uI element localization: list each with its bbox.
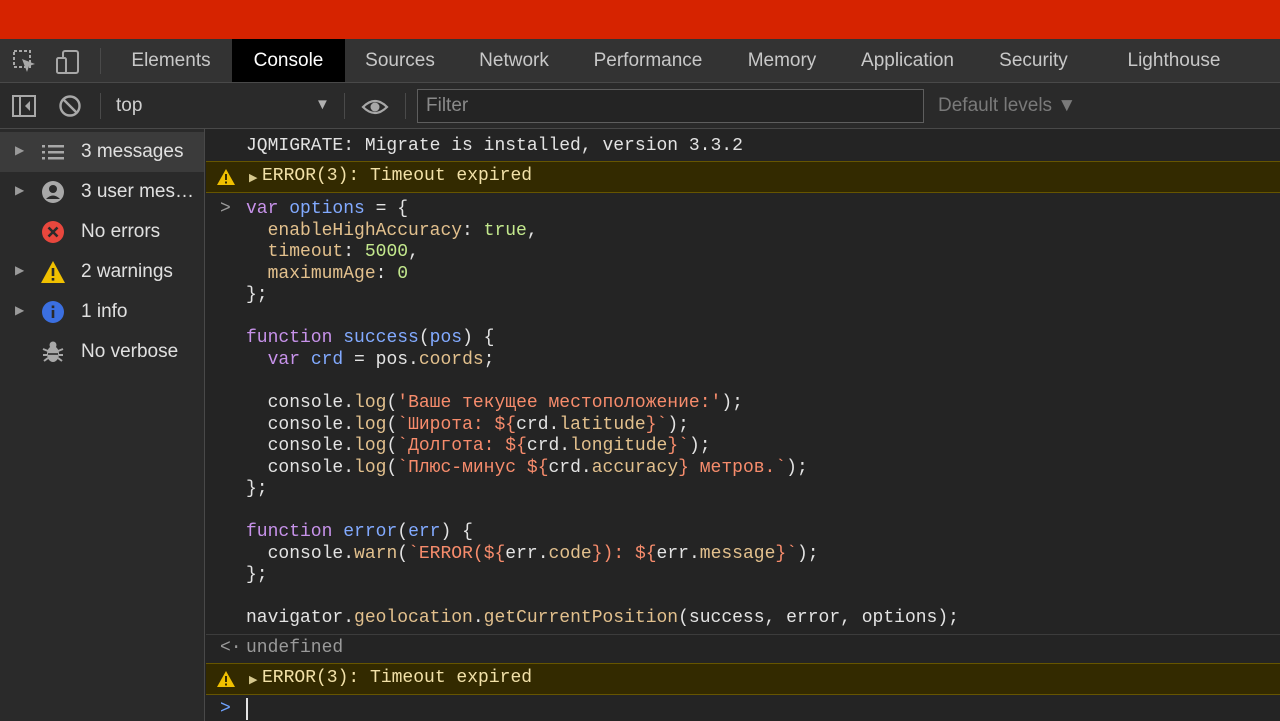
bug-icon xyxy=(42,341,64,362)
user-icon xyxy=(42,181,64,203)
log-message: JQMIGRATE: Migrate is installed, version… xyxy=(246,136,743,156)
error-icon xyxy=(42,221,64,243)
filter-input[interactable] xyxy=(417,89,924,123)
tab-memory[interactable]: Memory xyxy=(733,39,831,82)
console-sidebar: ▶ 3 messages ▶ 3 user messages No errors… xyxy=(0,129,205,721)
expand-arrow-icon[interactable]: ▶ xyxy=(15,303,24,317)
toolbar-divider xyxy=(100,48,101,74)
console-input-caret[interactable] xyxy=(246,698,248,720)
code-line: enableHighAccuracy: true, xyxy=(267,221,538,241)
warning-text: ERROR(3): Timeout expired xyxy=(262,668,533,688)
tab-security[interactable]: Security xyxy=(985,39,1082,82)
clear-console-icon[interactable] xyxy=(57,93,83,119)
code-line: maximumAge: 0 xyxy=(267,264,409,284)
warning-message-row[interactable]: ▶ ERROR(3): Timeout expired xyxy=(206,161,1280,193)
sidebar-item-user-messages[interactable]: ▶ 3 user messages xyxy=(0,172,204,212)
code-line: function success(pos) { xyxy=(246,328,495,348)
sidebar-item-messages[interactable]: ▶ 3 messages xyxy=(0,132,204,172)
toolbar-divider xyxy=(405,93,406,119)
code-line: navigator.geolocation.getCurrentPosition… xyxy=(246,608,959,628)
sidebar-item-label: 2 warnings xyxy=(81,261,173,282)
sidebar-item-label: No errors xyxy=(81,221,161,242)
expand-arrow-icon[interactable]: ▶ xyxy=(15,263,24,277)
sidebar-item-label: 3 messages xyxy=(81,141,184,162)
code-line: var options = { xyxy=(246,199,409,219)
expand-arrow-icon[interactable]: ▶ xyxy=(249,673,257,686)
message-separator xyxy=(206,634,1280,635)
eye-icon[interactable] xyxy=(361,94,389,120)
warning-message-row[interactable]: ▶ ERROR(3): Timeout expired xyxy=(206,663,1280,695)
tab-performance[interactable]: Performance xyxy=(580,39,716,82)
device-toolbar-icon[interactable] xyxy=(55,49,81,75)
tab-network[interactable]: Network xyxy=(463,39,565,82)
expand-arrow-icon[interactable]: ▶ xyxy=(15,183,24,197)
warning-text: ERROR(3): Timeout expired xyxy=(262,166,533,186)
warning-icon xyxy=(217,671,235,687)
sidebar-item-errors[interactable]: No errors xyxy=(0,212,204,252)
result-value: undefined xyxy=(246,638,344,658)
sidebar-item-verbose[interactable]: No verbose xyxy=(0,332,204,372)
code-line: }; xyxy=(246,479,268,499)
tab-lighthouse[interactable]: Lighthouse xyxy=(1112,39,1236,82)
code-line: console.warn(`ERROR(${err.code}): ${err.… xyxy=(267,544,819,564)
toolbar-divider xyxy=(100,93,101,119)
code-line: timeout: 5000, xyxy=(267,242,419,262)
code-line: }; xyxy=(246,285,268,305)
code-line: }; xyxy=(246,565,268,585)
devtools-tabs-bar: Elements Console Sources Network Perform… xyxy=(0,39,1280,83)
sidebar-item-label: 1 info xyxy=(81,301,128,322)
context-select[interactable]: top xyxy=(116,95,142,117)
sidebar-toggle-icon[interactable] xyxy=(11,93,37,119)
tab-application[interactable]: Application xyxy=(846,39,969,82)
warning-icon xyxy=(217,169,235,185)
input-prompt-icon: > xyxy=(220,699,231,719)
tab-elements[interactable]: Elements xyxy=(114,39,228,82)
list-icon xyxy=(42,145,64,160)
toolbar-divider xyxy=(344,93,345,119)
inspect-element-icon[interactable] xyxy=(12,49,38,75)
sidebar-item-info[interactable]: ▶ 1 info xyxy=(0,292,204,332)
code-line: function error(err) { xyxy=(246,522,473,542)
expand-arrow-icon[interactable]: ▶ xyxy=(15,143,24,157)
sidebar-item-label: No verbose xyxy=(81,341,179,362)
tab-console[interactable]: Console xyxy=(232,39,345,82)
code-line: var crd = pos.coords; xyxy=(267,350,495,370)
console-output: JQMIGRATE: Migrate is installed, version… xyxy=(206,129,1280,721)
code-line: console.log('Ваше текущее местоположение… xyxy=(267,393,743,413)
info-icon xyxy=(42,301,64,323)
default-levels-dropdown[interactable]: Default levels ▼ xyxy=(938,95,1076,117)
sidebar-item-label: 3 user messages xyxy=(81,181,201,202)
console-toolbar: top ▼ Default levels ▼ xyxy=(0,83,1280,129)
input-prompt-icon: > xyxy=(220,199,231,219)
warning-icon xyxy=(41,261,65,283)
return-value-icon: <· xyxy=(220,638,242,658)
code-line: console.log(`Широта: ${crd.latitude}`); xyxy=(267,415,689,435)
code-line: console.log(`Долгота: ${crd.longitude}`)… xyxy=(267,436,711,456)
sidebar-item-warnings[interactable]: ▶ 2 warnings xyxy=(0,252,204,292)
browser-top-bar xyxy=(0,0,1280,39)
chevron-down-icon[interactable]: ▼ xyxy=(315,96,330,113)
expand-arrow-icon[interactable]: ▶ xyxy=(249,171,257,184)
code-line: console.log(`Плюс-минус ${crd.accuracy} … xyxy=(267,458,808,478)
tab-sources[interactable]: Sources xyxy=(350,39,450,82)
